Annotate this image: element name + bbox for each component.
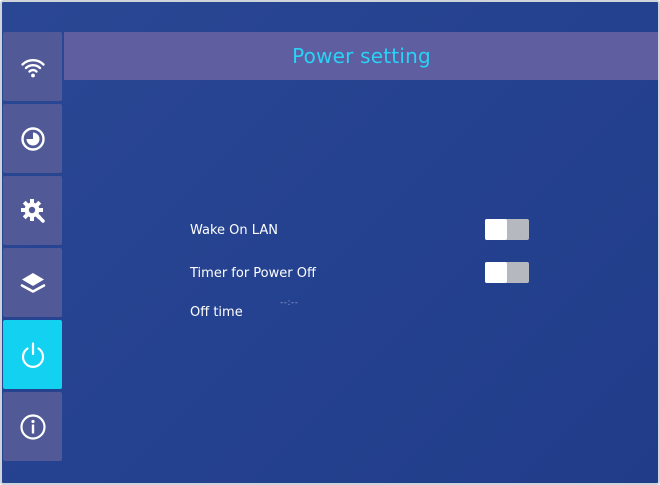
sidebar-item-time[interactable] (3, 104, 62, 173)
sidebar-item-settings[interactable] (3, 176, 62, 245)
toggle-knob (485, 219, 507, 240)
sidebar-item-power[interactable] (3, 320, 62, 389)
power-icon (18, 340, 48, 370)
power-settings-screen: Power setting Wake On LAN Timer for Powe… (0, 0, 660, 485)
info-icon (19, 413, 47, 441)
gear-wrench-icon (19, 197, 47, 225)
off-time-label: Off time (190, 305, 243, 320)
header-bar: Power setting (64, 32, 658, 80)
off-time-value[interactable]: --:-- (280, 298, 299, 308)
sidebar-item-wifi[interactable] (3, 32, 62, 101)
clock-pie-icon (20, 126, 46, 152)
page-title: Power setting (292, 44, 431, 68)
timer-power-off-toggle[interactable] (485, 262, 529, 283)
layers-icon (19, 269, 47, 297)
sidebar-item-info[interactable] (3, 392, 62, 461)
wake-on-lan-label: Wake On LAN (190, 223, 278, 238)
sidebar-item-layers[interactable] (3, 248, 62, 317)
wake-on-lan-toggle[interactable] (485, 219, 529, 240)
wifi-icon (20, 54, 46, 80)
toggle-knob (485, 262, 507, 283)
timer-power-off-label: Timer for Power Off (190, 266, 316, 281)
